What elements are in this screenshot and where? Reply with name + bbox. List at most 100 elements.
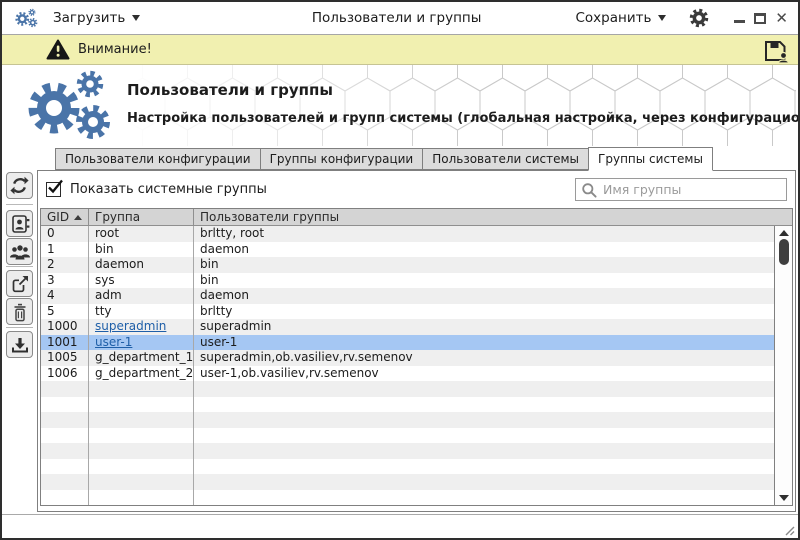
refresh-button[interactable] xyxy=(6,172,33,199)
table-row[interactable]: 1005g_department_1superadmin,ob.vasiliev… xyxy=(41,350,774,366)
table-row-filler xyxy=(41,490,774,506)
delete-button[interactable] xyxy=(6,298,33,325)
show-system-groups-toggle[interactable]: Показать системные группы xyxy=(46,182,267,197)
refresh-icon xyxy=(10,176,29,195)
show-system-groups-checkbox[interactable] xyxy=(46,182,61,197)
page-header: Пользователи и группы Настройка пользова… xyxy=(2,65,798,146)
table-row[interactable]: 3sysbin xyxy=(41,273,774,289)
trash-icon xyxy=(11,302,29,322)
close-button[interactable]: ✕ xyxy=(775,12,788,24)
scroll-down-icon[interactable] xyxy=(779,495,789,501)
cell-users: bin xyxy=(194,257,774,273)
tab-config-users[interactable]: Пользователи конфигурации xyxy=(55,148,261,170)
cell-group xyxy=(89,412,194,428)
cell-gid xyxy=(41,459,89,475)
table-row[interactable]: 4admdaemon xyxy=(41,288,774,304)
warning-bar: Внимание! xyxy=(2,35,798,65)
group-link[interactable]: superadmin xyxy=(95,319,166,333)
toolbar-separator xyxy=(6,327,33,328)
save-menu-button[interactable]: Сохранить xyxy=(575,10,666,26)
cell-gid xyxy=(41,428,89,444)
save-menu-label: Сохранить xyxy=(575,10,651,26)
column-header-users[interactable]: Пользователи группы xyxy=(194,209,792,225)
cell-users: daemon xyxy=(194,288,774,304)
load-menu-button[interactable]: Загрузить xyxy=(53,10,140,26)
download-button[interactable] xyxy=(6,331,33,358)
cell-gid xyxy=(41,490,89,506)
tab-bar: Пользователи конфигурации Группы конфигу… xyxy=(2,146,798,170)
cell-users: superadmin xyxy=(194,319,774,335)
table-row-filler xyxy=(41,397,774,413)
cell-group: g_department_2 xyxy=(89,366,194,382)
cell-users: user-1,ob.vasiliev,rv.semenov xyxy=(194,366,774,382)
resize-grip[interactable] xyxy=(783,524,795,536)
cell-group: adm xyxy=(89,288,194,304)
group-search-input[interactable] xyxy=(603,182,781,197)
table-header: GID Группа Пользователи группы xyxy=(41,209,792,226)
table-row[interactable]: 1001user-1user-1 xyxy=(41,335,774,351)
cell-gid: 2 xyxy=(41,257,89,273)
table-row[interactable]: 1000 superadmin superadmin xyxy=(41,319,774,335)
cell-users: user-1 xyxy=(194,335,774,351)
cell-group: tty xyxy=(89,304,194,320)
export-icon xyxy=(10,274,30,294)
group-link[interactable]: user-1 xyxy=(95,335,132,349)
table-row[interactable]: 1bindaemon xyxy=(41,242,774,258)
export-button[interactable] xyxy=(6,270,33,297)
vertical-scrollbar[interactable] xyxy=(774,226,792,505)
add-user-button[interactable] xyxy=(6,210,33,237)
search-icon xyxy=(581,182,597,198)
app-gears-logo-large-icon xyxy=(16,68,116,142)
cell-group: user-1 xyxy=(89,335,194,351)
add-group-button[interactable] xyxy=(6,238,33,265)
cell-gid xyxy=(41,397,89,413)
side-toolbar xyxy=(2,170,37,514)
cell-gid: 0 xyxy=(41,226,89,242)
sort-ascending-icon xyxy=(74,215,82,220)
table-row-filler xyxy=(41,443,774,459)
cell-group xyxy=(89,490,194,506)
settings-gear-icon[interactable] xyxy=(688,7,710,29)
tab-label: Группы конфигурации xyxy=(270,152,414,166)
scroll-up-icon[interactable] xyxy=(779,230,789,236)
tab-label: Пользователи конфигурации xyxy=(65,152,251,166)
tab-system-groups[interactable]: Группы системы xyxy=(588,147,713,171)
column-header-gid[interactable]: GID xyxy=(41,209,89,225)
load-menu-label: Загрузить xyxy=(53,10,125,26)
cell-users: daemon xyxy=(194,242,774,258)
cell-group: daemon xyxy=(89,257,194,273)
cell-users: brltty, root xyxy=(194,226,774,242)
groups-table: GID Группа Пользователи группы 0rootbrlt… xyxy=(40,208,793,506)
maximize-button[interactable] xyxy=(754,13,766,24)
warning-triangle-icon xyxy=(46,39,70,60)
table-body: 0rootbrltty, root1bindaemon2daemonbin3sy… xyxy=(41,226,774,505)
table-row[interactable]: 2daemonbin xyxy=(41,257,774,273)
toolbar-separator xyxy=(6,266,33,267)
address-book-icon xyxy=(10,214,30,234)
save-config-user-icon[interactable] xyxy=(763,39,789,63)
show-system-groups-label[interactable]: Показать системные группы xyxy=(70,182,267,197)
table-row-filler xyxy=(41,428,774,444)
scrollbar-thumb[interactable] xyxy=(779,239,789,265)
column-header-group[interactable]: Группа xyxy=(89,209,194,225)
cell-users xyxy=(194,397,774,413)
table-row[interactable]: 1006g_department_2user-1,ob.vasiliev,rv.… xyxy=(41,366,774,382)
table-row[interactable]: 5ttybrltty xyxy=(41,304,774,320)
cell-group: g_department_1 xyxy=(89,350,194,366)
table-row[interactable]: 0rootbrltty, root xyxy=(41,226,774,242)
window-title: Пользователи и группы xyxy=(312,10,482,26)
checkmark-icon xyxy=(47,179,64,194)
tab-system-users[interactable]: Пользователи системы xyxy=(422,148,589,170)
minimize-button[interactable] xyxy=(734,20,745,23)
page-subtitle: Настройка пользователей и групп системы … xyxy=(127,111,798,126)
tab-config-groups[interactable]: Группы конфигурации xyxy=(260,148,424,170)
cell-gid xyxy=(41,443,89,459)
chevron-down-icon xyxy=(132,15,140,21)
cell-group xyxy=(89,428,194,444)
download-icon xyxy=(10,336,30,354)
cell-gid: 1000 xyxy=(41,319,89,335)
cell-group xyxy=(89,381,194,397)
status-bar xyxy=(2,514,798,538)
chevron-down-icon xyxy=(658,15,666,21)
cell-group xyxy=(89,459,194,475)
